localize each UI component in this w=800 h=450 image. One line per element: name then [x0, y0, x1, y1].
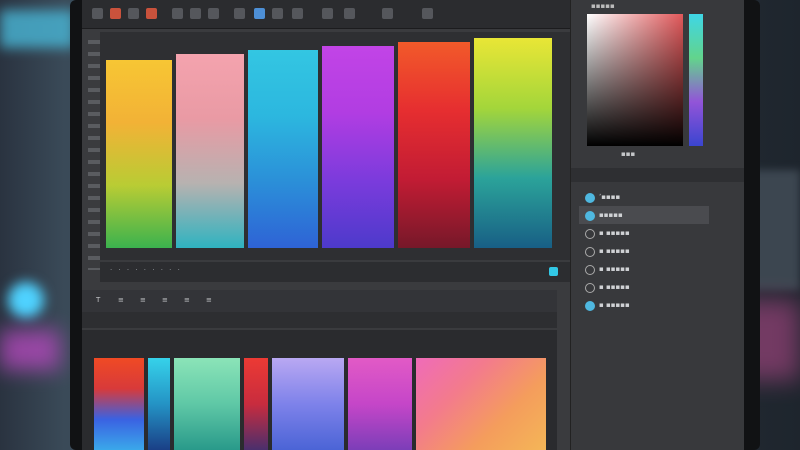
- layer-visibility-icon[interactable]: [585, 265, 595, 275]
- status-indicator-icon[interactable]: [549, 267, 558, 276]
- layer-label: ▪ ▪▪▪▪▪: [599, 247, 630, 255]
- export-icon[interactable]: [292, 8, 303, 19]
- layer-row[interactable]: ▪ ▪▪▪▪▪: [579, 224, 709, 242]
- toolbar-button[interactable]: ≡: [206, 296, 212, 304]
- color-panel-tab[interactable]: ▪▪▪▪▪: [591, 2, 615, 10]
- background-light-pink: [0, 330, 60, 370]
- left-tool-strip[interactable]: [88, 40, 100, 270]
- layer-visibility-icon[interactable]: [585, 283, 595, 293]
- layer-row[interactable]: ▪ ▪▪▪▪▪: [579, 278, 709, 296]
- toolbar-button[interactable]: ≡: [118, 296, 124, 304]
- layer-visibility-icon[interactable]: [585, 229, 595, 239]
- layer-row[interactable]: ▪ ▪▪▪▪▪: [579, 260, 709, 278]
- layer-label: ▪ ▪▪▪▪▪: [599, 229, 630, 237]
- zoom-icon[interactable]: [322, 8, 333, 19]
- toolbar-button[interactable]: T: [96, 296, 100, 304]
- layer-visibility-icon[interactable]: [585, 211, 595, 221]
- secondary-toolbar: T ≡ ≡ ≡ ≡ ≡: [82, 290, 557, 312]
- layer-label: ▪ ▪▪▪▪▪: [599, 283, 630, 291]
- palette-swatch[interactable]: [416, 358, 546, 450]
- layer-label: ▪ ▪▪▪▪▪: [599, 301, 630, 309]
- toolbar-button[interactable]: ≡: [184, 296, 190, 304]
- editor-screen: · · · · · · · · · T ≡ ≡ ≡ ≡ ≡ ▪▪▪▪▪ ▪▪▪ ʼ▪▪▪▪…: [82, 0, 744, 450]
- move-tool-icon[interactable]: [92, 8, 103, 19]
- gradient-swatch-cyan-blue[interactable]: [248, 50, 318, 248]
- background-light-ball: [8, 282, 44, 318]
- select-tool-icon[interactable]: [234, 8, 245, 19]
- transform-tool-icon[interactable]: [190, 8, 201, 19]
- palette-swatch[interactable]: [272, 358, 344, 450]
- right-panel: ▪▪▪▪▪ ▪▪▪ ʼ▪▪▪▪ ▪▪▪▪▪ ▪ ▪▪▪▪▪ ▪ ▪▪▪▪▪ ▪ ▪▪▪▪…: [570, 0, 744, 450]
- main-canvas[interactable]: [100, 32, 570, 260]
- layer-label: ʼ▪▪▪▪: [599, 193, 621, 201]
- palette-swatch[interactable]: [174, 358, 240, 450]
- palette-swatch[interactable]: [94, 358, 144, 450]
- history-tool-icon[interactable]: [128, 8, 139, 19]
- panel-tabs-bar: [82, 312, 557, 328]
- color-picker-field[interactable]: [587, 14, 683, 146]
- layer-visibility-icon[interactable]: [585, 301, 595, 311]
- color-tool-icon[interactable]: [146, 8, 157, 19]
- palette-panel: [82, 330, 557, 450]
- toolbar-button[interactable]: ≡: [162, 296, 168, 304]
- palette-swatch[interactable]: [244, 358, 268, 450]
- layer-row[interactable]: ▪ ▪▪▪▪▪: [579, 296, 709, 314]
- gradient-swatch-orange-crimson[interactable]: [398, 42, 470, 248]
- gradient-swatch-yellow-green[interactable]: [106, 60, 172, 248]
- grid-icon[interactable]: [344, 8, 355, 19]
- layer-visibility-icon[interactable]: [585, 247, 595, 257]
- layer-label: ▪ ▪▪▪▪▪: [599, 265, 630, 273]
- gradient-swatch-magenta-violet[interactable]: [322, 46, 394, 248]
- gradient-swatch-pink-teal[interactable]: [176, 54, 244, 248]
- background-light-cyan: [0, 10, 75, 48]
- crop-tool-icon[interactable]: [172, 8, 183, 19]
- layer-row[interactable]: ▪ ▪▪▪▪▪: [579, 242, 709, 260]
- layer-label: ▪▪▪▪▪: [599, 211, 623, 219]
- gradient-swatch-lime-teal[interactable]: [474, 38, 552, 248]
- palette-swatch[interactable]: [348, 358, 412, 450]
- palette-swatch[interactable]: [148, 358, 170, 450]
- brush-tool-icon[interactable]: [110, 8, 121, 19]
- save-icon[interactable]: [272, 8, 283, 19]
- status-text: · · · · · · · · ·: [110, 266, 182, 274]
- layer-row[interactable]: ʼ▪▪▪▪: [579, 188, 709, 206]
- canvas-status-bar: · · · · · · · · ·: [100, 262, 570, 282]
- layer-row[interactable]: ▪▪▪▪▪: [579, 206, 709, 224]
- top-toolbar: [82, 0, 572, 29]
- settings-tool-icon[interactable]: [208, 8, 219, 19]
- layers-tool-icon[interactable]: [254, 8, 265, 19]
- hue-slider[interactable]: [689, 14, 703, 146]
- color-picker-label: ▪▪▪: [621, 150, 636, 158]
- toolbar-button[interactable]: ≡: [140, 296, 146, 304]
- layers-panel-header: [571, 168, 744, 182]
- share-icon[interactable]: [382, 8, 393, 19]
- layer-visibility-icon[interactable]: [585, 193, 595, 203]
- info-icon[interactable]: [422, 8, 433, 19]
